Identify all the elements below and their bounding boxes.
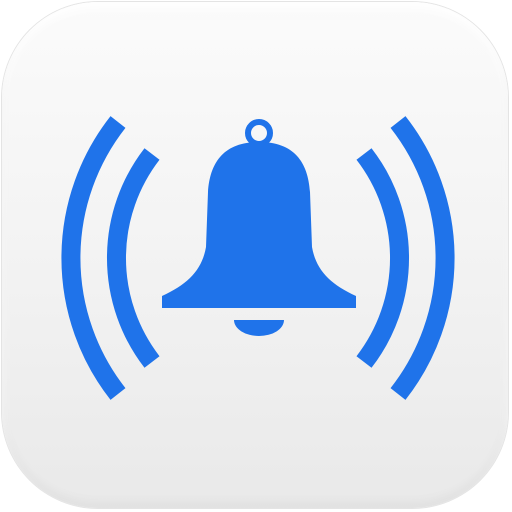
right-inner-wave-icon [356,148,409,368]
ringing-bell-icon [61,116,455,400]
app-icon-tile[interactable] [2,2,508,508]
left-inner-wave-icon [107,148,160,368]
screen [0,0,512,512]
bell-ring-icon [245,119,273,147]
bell-body-icon [162,142,356,308]
bell-clapper-icon [234,320,284,336]
